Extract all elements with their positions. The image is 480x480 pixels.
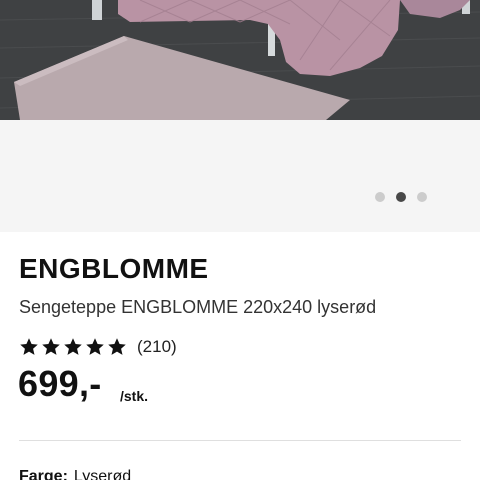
carousel-area	[0, 120, 480, 232]
review-count[interactable]: (210)	[137, 337, 177, 357]
product-title: ENGBLOMME	[19, 253, 209, 284]
divider	[19, 440, 461, 441]
carousel-dot-2[interactable]	[396, 192, 406, 202]
star-icon	[20, 338, 38, 355]
price-unit: /stk.	[120, 388, 149, 404]
color-value: Lyserød	[73, 468, 132, 480]
carousel-pagination	[375, 192, 427, 202]
carousel-dot-1[interactable]	[375, 192, 385, 202]
product-rating[interactable]: (210)	[19, 337, 177, 357]
star-icon	[42, 338, 60, 355]
product-image[interactable]	[0, 0, 480, 120]
product-price: 699,-	[18, 363, 102, 404]
rating-stars	[19, 337, 127, 357]
star-icon	[108, 338, 126, 355]
star-icon	[64, 338, 82, 355]
carousel-dot-3[interactable]	[417, 192, 427, 202]
product-description: Sengeteppe ENGBLOMME 220x240 lyserød	[19, 297, 377, 317]
color-selector[interactable]: Farge: Lyserød	[19, 468, 131, 480]
star-icon	[86, 338, 104, 355]
color-label: Farge:	[19, 468, 68, 480]
